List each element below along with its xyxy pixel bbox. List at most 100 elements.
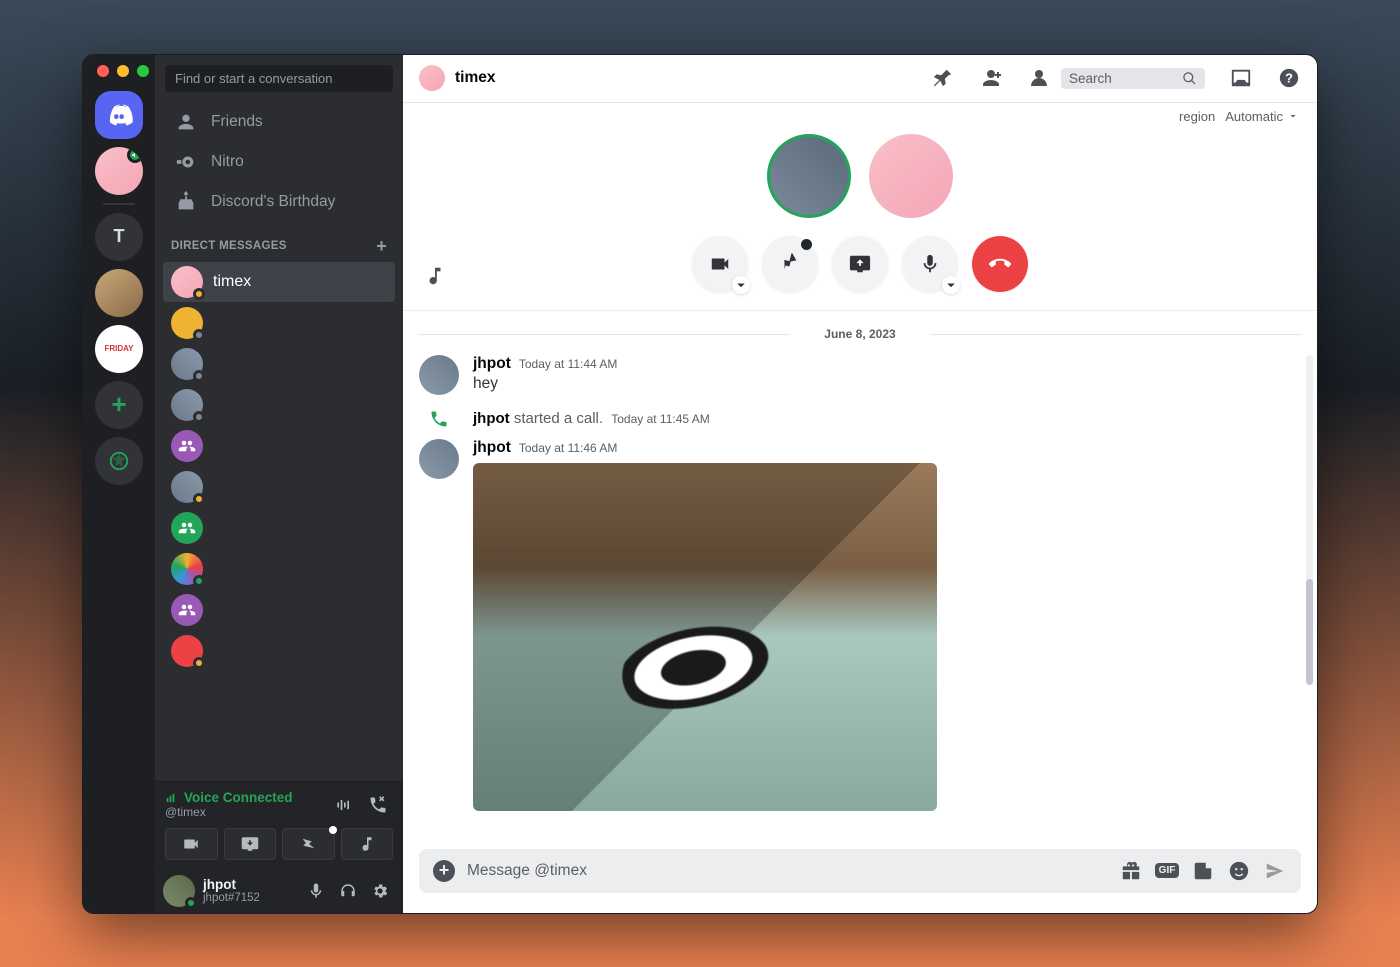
minimize-window-icon[interactable] (117, 65, 129, 77)
server-dm-avatar[interactable] (95, 147, 143, 195)
noise-suppress-button[interactable] (329, 790, 359, 820)
dm-item[interactable] (163, 508, 395, 548)
screenshare-toggle-button[interactable] (832, 236, 888, 292)
mute-button[interactable] (301, 876, 331, 906)
screenshare-button[interactable] (224, 828, 277, 860)
inbox-icon[interactable] (1229, 66, 1253, 90)
system-author[interactable]: jhpot (473, 410, 510, 427)
user-profile-icon[interactable] (1027, 66, 1051, 90)
user-panel: jhpot jhpot#7152 (155, 868, 403, 913)
sticker-icon[interactable] (1191, 859, 1215, 883)
message-timestamp: Today at 11:44 AM (519, 357, 618, 371)
dm-item[interactable] (163, 303, 395, 343)
message-avatar[interactable] (419, 439, 459, 479)
nav-nitro[interactable]: Nitro (163, 143, 395, 181)
call-area (403, 130, 1317, 311)
chat-main: timex Search ? region Automatic (403, 55, 1317, 913)
server-home[interactable] (95, 91, 143, 139)
chevron-down-icon (1287, 110, 1299, 122)
message-input[interactable] (467, 862, 1107, 880)
message-avatar[interactable] (419, 355, 459, 395)
avatar (171, 389, 203, 421)
help-icon[interactable]: ? (1277, 66, 1301, 90)
region-select[interactable]: Automatic (1225, 109, 1299, 124)
system-action: started a call. (510, 410, 603, 427)
avatar (171, 512, 203, 544)
attach-button[interactable]: + (433, 860, 455, 882)
voice-status[interactable]: Voice Connected (165, 790, 293, 805)
voice-channel-name: @timex (165, 805, 293, 819)
message: jhpot Today at 11:44 AM hey (419, 351, 1301, 403)
dm-item[interactable] (163, 631, 395, 671)
dm-item[interactable] (163, 426, 395, 466)
gif-button[interactable]: GIF (1155, 859, 1179, 883)
send-button[interactable] (1263, 859, 1287, 883)
avatar (171, 471, 203, 503)
activity-button[interactable] (282, 828, 335, 860)
video-button[interactable] (165, 828, 218, 860)
message-author[interactable]: jhpot (473, 355, 511, 373)
emoji-icon[interactable] (1227, 859, 1251, 883)
server-separator (103, 203, 135, 205)
nav-friends-label: Friends (211, 113, 263, 131)
avatar (171, 348, 203, 380)
chevron-down-icon[interactable] (732, 276, 750, 294)
add-friend-icon[interactable] (979, 66, 1003, 90)
scrollbar-thumb[interactable] (1306, 579, 1313, 685)
call-started-icon (419, 409, 459, 429)
user-name: jhpot (203, 877, 293, 892)
video-toggle-button[interactable] (692, 236, 748, 292)
avatar (171, 266, 203, 298)
dm-item[interactable] (163, 385, 395, 425)
dm-sidebar: Find or start a conversation Friends Nit… (155, 55, 403, 913)
user-info[interactable]: jhpot jhpot#7152 (203, 877, 293, 904)
nav-birthday[interactable]: Discord's Birthday (163, 183, 395, 221)
close-window-icon[interactable] (97, 65, 109, 77)
dm-item[interactable] (163, 590, 395, 630)
gift-icon[interactable] (1119, 859, 1143, 883)
dm-item[interactable] (163, 467, 395, 507)
chat-scroll[interactable]: June 8, 2023 jhpot Today at 11:44 AM hey… (403, 311, 1317, 849)
message-composer: + GIF (419, 849, 1301, 893)
disconnect-button[interactable] (363, 790, 393, 820)
soundboard-button[interactable] (341, 828, 394, 860)
dm-item[interactable] (163, 344, 395, 384)
explore-servers-button[interactable] (95, 437, 143, 485)
activity-toggle-button[interactable] (762, 236, 818, 292)
message-text: hey (473, 373, 1301, 393)
add-server-button[interactable]: + (95, 381, 143, 429)
mic-toggle-button[interactable] (902, 236, 958, 292)
server-item[interactable] (95, 269, 143, 317)
system-timestamp: Today at 11:45 AM (611, 412, 710, 426)
message-author[interactable]: jhpot (473, 439, 511, 457)
search-input[interactable]: Search (1061, 68, 1205, 89)
deafen-button[interactable] (333, 876, 363, 906)
server-rail: T FRIDAY + (83, 55, 155, 913)
user-avatar[interactable] (163, 875, 195, 907)
region-row: region Automatic (403, 103, 1317, 130)
create-dm-button[interactable]: + (376, 236, 387, 257)
avatar (171, 307, 203, 339)
nav-friends[interactable]: Friends (163, 103, 395, 141)
call-participant-other[interactable] (869, 134, 953, 218)
dm-item[interactable] (163, 549, 395, 589)
settings-button[interactable] (365, 876, 395, 906)
find-conversation-input[interactable]: Find or start a conversation (165, 65, 393, 92)
chat-title: timex (455, 69, 907, 87)
pin-icon[interactable] (931, 66, 955, 90)
soundboard-icon[interactable] (419, 260, 451, 292)
chevron-down-icon[interactable] (942, 276, 960, 294)
maximize-window-icon[interactable] (137, 65, 149, 77)
image-attachment[interactable] (473, 463, 937, 811)
server-item[interactable]: T (95, 213, 143, 261)
dm-item-timex[interactable]: timex (163, 262, 395, 302)
voice-badge-icon (127, 147, 143, 163)
call-participant-self[interactable] (767, 134, 851, 218)
chat-header: timex Search ? (403, 55, 1317, 103)
server-item[interactable]: FRIDAY (95, 325, 143, 373)
message-timestamp: Today at 11:46 AM (519, 441, 618, 455)
nav-nitro-label: Nitro (211, 153, 244, 171)
avatar (171, 553, 203, 585)
hangup-button[interactable] (972, 236, 1028, 292)
message: jhpot Today at 11:46 AM (419, 435, 1301, 819)
